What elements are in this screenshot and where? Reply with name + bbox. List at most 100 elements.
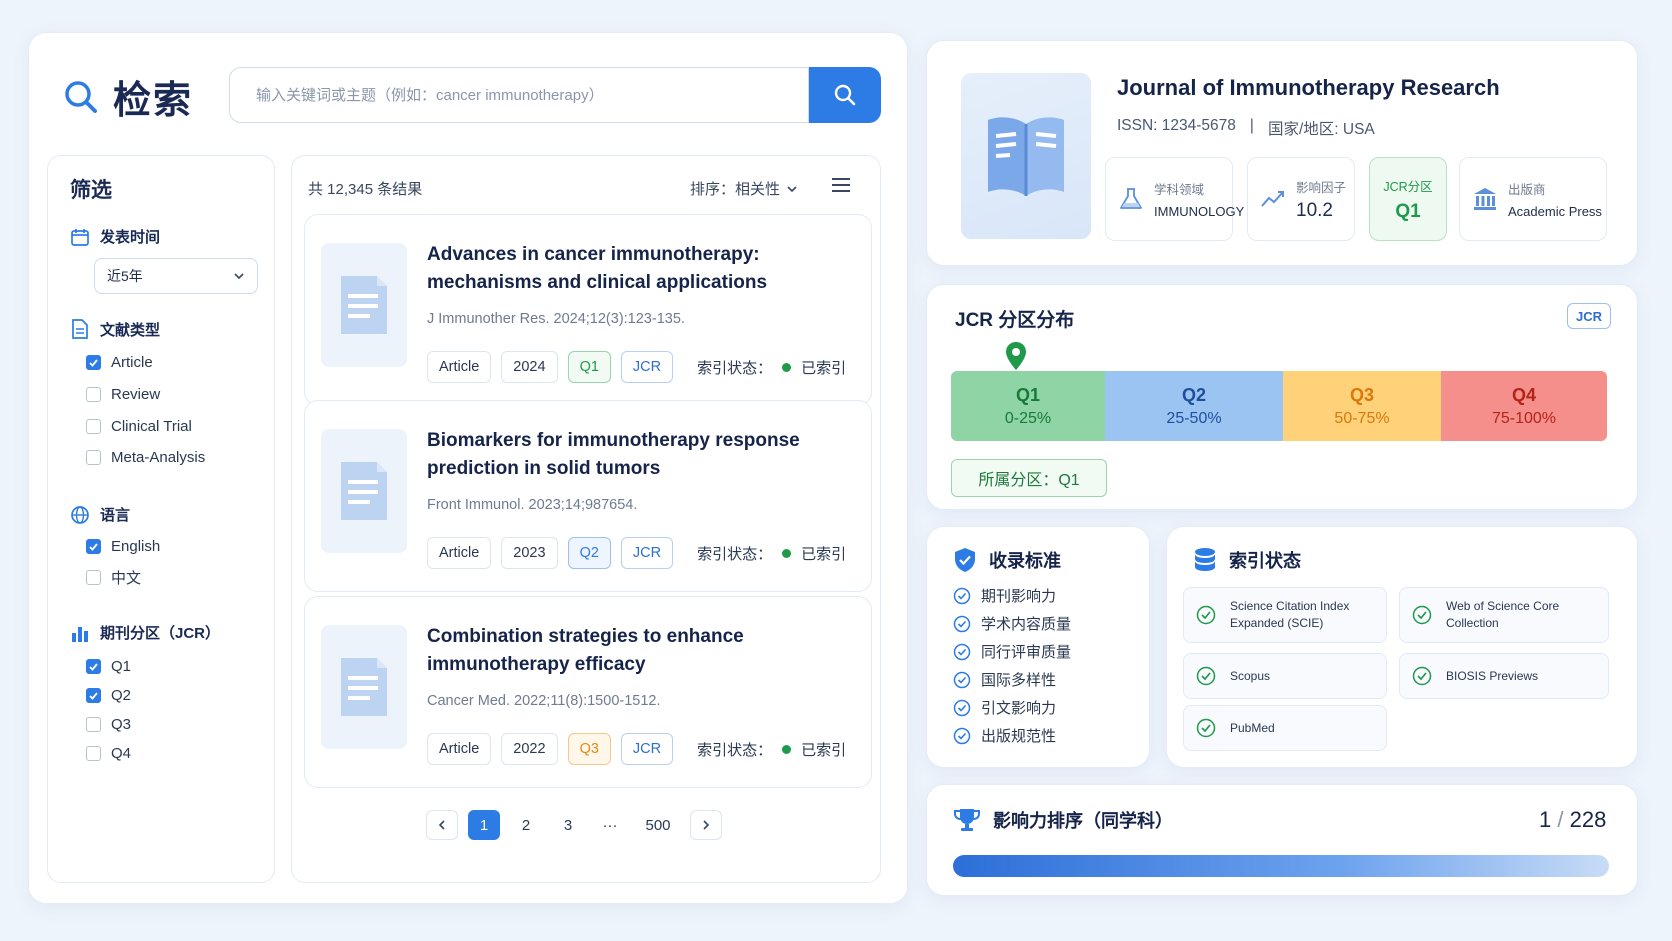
sort-dropdown[interactable]: 排序：相关性: [690, 178, 798, 199]
jcr-option-q4[interactable]: Q4: [86, 745, 131, 762]
doctype-option-review[interactable]: Review: [86, 386, 160, 403]
document-thumbnail: [321, 625, 407, 749]
doctype-label: Clinical Trial: [111, 418, 192, 435]
database-label: Science Citation Index Expanded (SCIE): [1230, 599, 1350, 630]
checkbox[interactable]: [86, 746, 101, 761]
date-range-value: 近5年: [107, 268, 143, 284]
jcr-option-q3[interactable]: Q3: [86, 716, 131, 733]
language-option-english[interactable]: English: [86, 538, 160, 555]
doctype-option-article[interactable]: Article: [86, 354, 153, 371]
database-biosis: BIOSIS Previews: [1399, 653, 1609, 699]
check-circle-icon: [953, 699, 971, 717]
search-input[interactable]: [256, 86, 808, 104]
document-thumbnail: [321, 243, 407, 367]
quartile-name: Q2: [1181, 384, 1206, 405]
chevron-down-icon: [233, 272, 245, 280]
journal-cover: [961, 73, 1091, 239]
checkbox[interactable]: [86, 570, 101, 585]
type-tag: Article: [427, 351, 492, 383]
result-title[interactable]: Combination strategies to enhance immuno…: [427, 623, 857, 679]
page-1-button[interactable]: 1: [468, 810, 500, 840]
checkbox[interactable]: [86, 387, 101, 402]
rank-position: 1: [1539, 807, 1552, 832]
index-status-label: 索引状态：: [697, 741, 773, 759]
jcr-option-label: Q3: [111, 716, 132, 733]
globe-icon: [70, 505, 90, 525]
list-view-button[interactable]: [830, 176, 854, 196]
result-item[interactable]: Advances in cancer immunotherapy: mechan…: [304, 214, 872, 406]
checkbox[interactable]: [86, 450, 101, 465]
quartile-tag: Q1: [567, 351, 611, 383]
chevron-down-icon: [786, 185, 798, 193]
checkbox-checked[interactable]: [86, 659, 101, 674]
prev-page-button[interactable]: [426, 810, 458, 840]
checkbox-checked[interactable]: [86, 688, 101, 703]
doctype-label: Article: [111, 354, 153, 371]
criteria-item: 学术内容质量: [953, 613, 1071, 634]
filter-jcr-label: 期刊分区（JCR）: [100, 625, 221, 642]
filter-language-label: 语言: [100, 507, 131, 524]
result-title[interactable]: Advances in cancer immunotherapy: mechan…: [427, 241, 857, 297]
result-item[interactable]: Biomarkers for immunotherapy response pr…: [304, 400, 872, 592]
jcr-option-q2[interactable]: Q2: [86, 687, 131, 704]
index-status: 索引状态： 已索引: [697, 543, 846, 564]
metric-if-value: 10.2: [1296, 199, 1333, 221]
page-ellipsis: ···: [602, 816, 618, 834]
jcr-option-q1[interactable]: Q1: [86, 658, 131, 675]
quartile-name: Q3: [1349, 384, 1374, 405]
metric-jcr-label: JCR分区: [1383, 179, 1433, 194]
checkbox-checked[interactable]: [86, 355, 101, 370]
database-pubmed: PubMed: [1183, 705, 1387, 751]
search-button[interactable]: [809, 67, 881, 123]
document-icon: [70, 318, 90, 340]
result-citation: J Immunother Res. 2024;12(3):123-135.: [427, 311, 685, 327]
shield-icon: [953, 547, 977, 573]
check-circle-icon: [953, 643, 971, 661]
ranking-progress-bar: [953, 855, 1609, 877]
result-title[interactable]: Biomarkers for immunotherapy response pr…: [427, 427, 857, 483]
checkbox[interactable]: [86, 717, 101, 732]
chevron-left-icon: [438, 819, 446, 831]
result-item[interactable]: Combination strategies to enhance immuno…: [304, 596, 872, 788]
year-tag: 2022: [501, 733, 558, 765]
page-3-button[interactable]: 3: [552, 810, 584, 840]
metric-publisher-label: 出版商: [1508, 183, 1546, 197]
year-tag: 2024: [501, 351, 558, 383]
institution-icon: [1472, 186, 1498, 212]
jcr-tag: JCR: [620, 733, 674, 765]
date-range-select[interactable]: 近5年: [94, 258, 258, 294]
filter-language-header: 语言: [70, 504, 130, 525]
metric-publisher-value: Academic Press: [1508, 204, 1602, 219]
language-option-chinese[interactable]: 中文: [86, 567, 141, 588]
index-status-value: 已索引: [801, 359, 847, 377]
doctype-option-meta-analysis[interactable]: Meta-Analysis: [86, 449, 205, 466]
ranking-value: 1 / 228: [1539, 807, 1606, 833]
sort-label: 排序：相关性: [690, 181, 781, 198]
criteria-card: 收录标准 期刊影响力 学术内容质量 同行评审质量 国际多样性 引文影响力 出版规…: [926, 526, 1150, 768]
doctype-label: Meta-Analysis: [111, 449, 206, 466]
next-page-button[interactable]: [690, 810, 722, 840]
database-label: BIOSIS Previews: [1446, 668, 1539, 683]
criteria-item: 出版规范性: [953, 725, 1056, 746]
doctype-option-clinical-trial[interactable]: Clinical Trial: [86, 418, 192, 435]
results-panel: 共 12,345 条结果 排序：相关性 Advances in cancer i…: [291, 155, 881, 883]
checkbox[interactable]: [86, 419, 101, 434]
own-quartile-badge: 所属分区：Q1: [951, 459, 1107, 497]
filter-title: 筛选: [70, 179, 112, 202]
page-2-button[interactable]: 2: [510, 810, 542, 840]
rank-total: 228: [1569, 807, 1607, 832]
metric-if-label: 影响因子: [1296, 180, 1347, 195]
page-500-button[interactable]: 500: [636, 810, 680, 840]
check-circle-icon: [1196, 666, 1216, 686]
doctype-label: Review: [111, 386, 161, 403]
index-status-label: 索引状态：: [697, 545, 773, 563]
quartile-range: 25-50%: [1166, 409, 1222, 427]
search-field[interactable]: [229, 67, 809, 123]
check-circle-icon: [1412, 666, 1432, 686]
check-circle-icon: [953, 615, 971, 633]
criteria-label: 同行评审质量: [981, 644, 1072, 661]
index-status-value: 已索引: [801, 545, 847, 563]
check-circle-icon: [1196, 605, 1216, 625]
checkbox-checked[interactable]: [86, 539, 101, 554]
journal-info-card: Journal of Immunotherapy Research ISSN: …: [926, 40, 1638, 266]
